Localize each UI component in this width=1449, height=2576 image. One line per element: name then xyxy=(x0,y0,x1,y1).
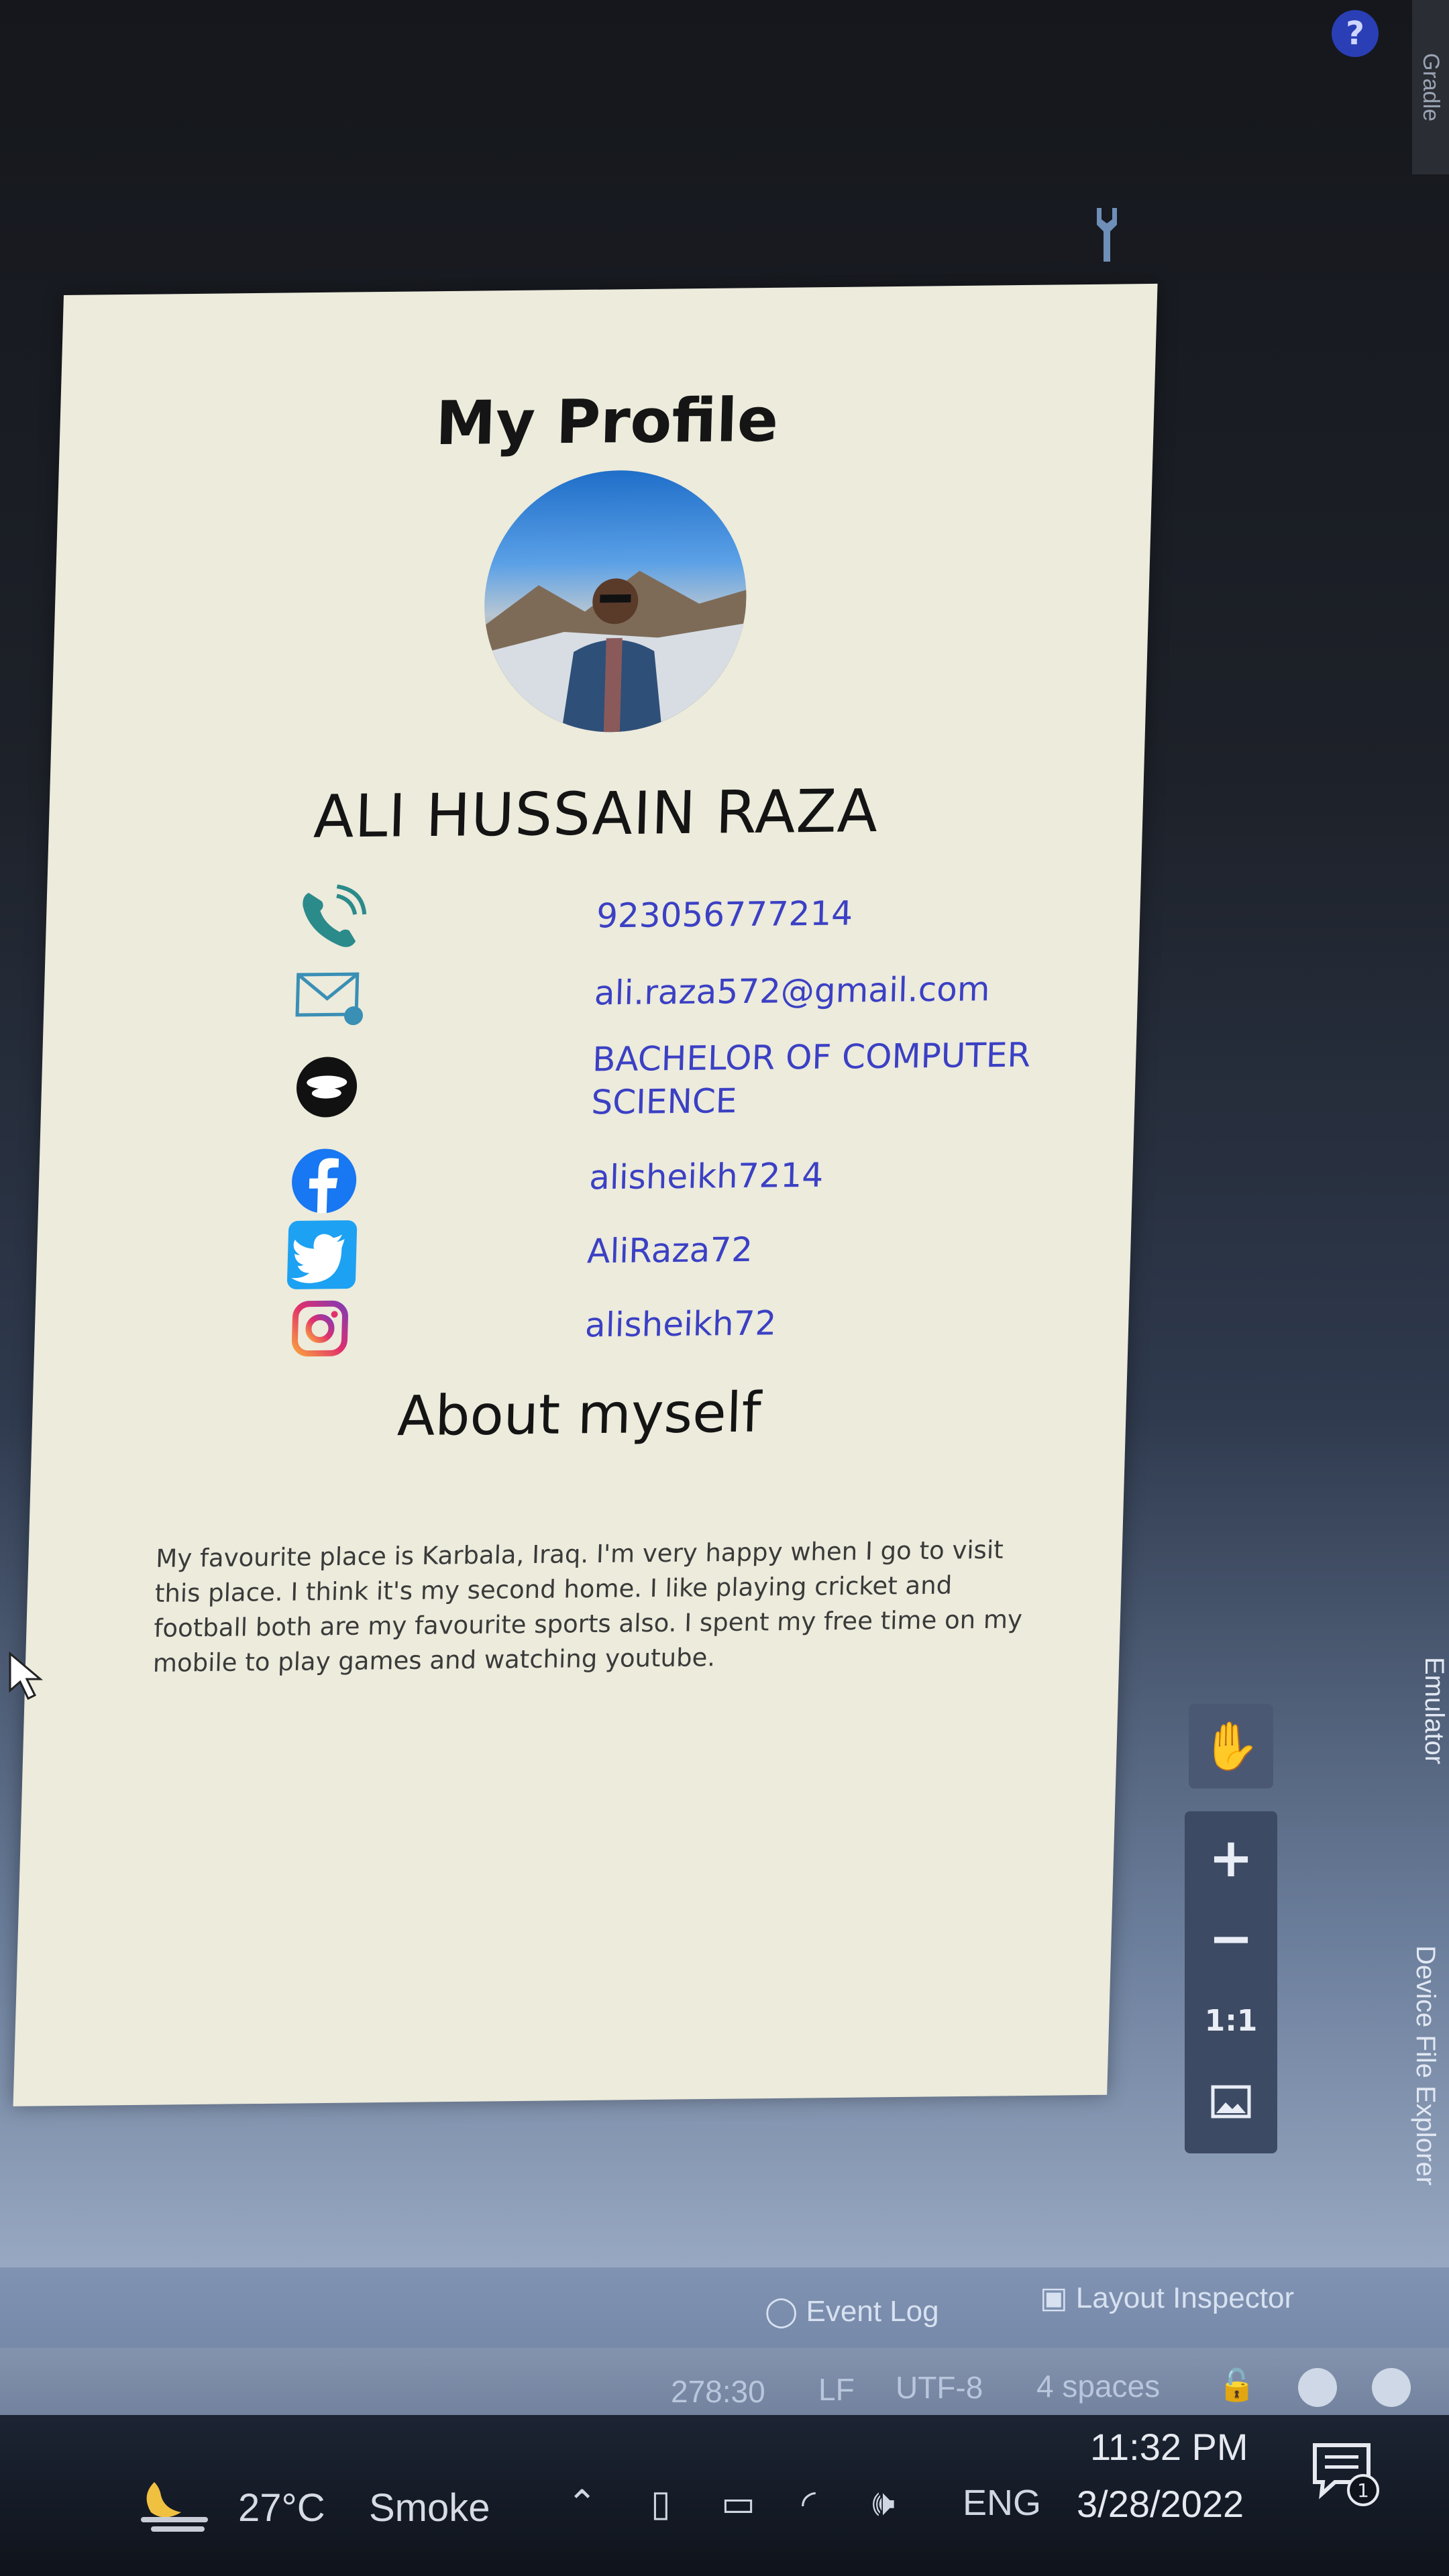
help-icon[interactable]: ? xyxy=(1332,10,1379,57)
frown-feedback-icon[interactable] xyxy=(1372,2368,1411,2407)
clock-time[interactable]: 11:32 PM xyxy=(1090,2425,1248,2469)
layout-inspector-label: Layout Inspector xyxy=(1075,2282,1295,2314)
emulator-controls: ✋ + − 1:1 xyxy=(1181,1704,1281,2153)
facebook-handle[interactable]: alisheikh7214 xyxy=(588,1154,824,1199)
phone-number[interactable]: 923056777214 xyxy=(596,892,853,937)
notification-count: 1 xyxy=(1357,2479,1369,2502)
line-separator[interactable]: LF xyxy=(818,2371,855,2408)
chevron-up-icon[interactable]: ⌃ xyxy=(567,2482,597,2524)
emulator-side-tab[interactable]: Emulator xyxy=(1409,1657,1449,1831)
about-heading: About myself xyxy=(396,1381,762,1449)
page-title: My Profile xyxy=(435,384,780,460)
zoom-out-button[interactable]: − xyxy=(1189,1898,1273,1983)
about-paragraph: My favourite place is Karbala, Iraq. I'm… xyxy=(152,1535,1023,1678)
lock-icon[interactable]: 🔓 xyxy=(1218,2367,1256,2404)
event-log-label: Event Log xyxy=(806,2295,939,2328)
notification-center-icon[interactable]: 1 xyxy=(1308,2435,1382,2509)
wrench-icon[interactable] xyxy=(1090,205,1124,265)
instagram-icon xyxy=(291,1300,348,1357)
weather-description[interactable]: Smoke xyxy=(369,2485,490,2530)
emulator-screen: My Profile ALI HUSSAIN RAZA 923056777214… xyxy=(13,283,1158,2106)
volume-icon[interactable]: 🕪 xyxy=(872,2482,895,2524)
tool-window-bar: ◯ Event Log ▣ Layout Inspector xyxy=(0,2267,1449,2348)
cursor-position[interactable]: 278:30 xyxy=(671,2373,765,2410)
indent-setting[interactable]: 4 spaces xyxy=(1036,2368,1160,2404)
email-icon xyxy=(295,972,364,1026)
facebook-icon xyxy=(292,1148,357,1214)
contact-row-phone: 923056777214 xyxy=(293,875,1100,957)
wifi-icon[interactable]: ◜ xyxy=(802,2482,816,2524)
hand-pan-icon[interactable]: ✋ xyxy=(1189,1704,1273,1788)
profile-avatar xyxy=(480,469,750,734)
contact-row-education: BACHELOR OF COMPUTER SCIENCE xyxy=(288,1028,1097,1138)
meet-now-icon[interactable]: ▯ xyxy=(651,2482,671,2524)
layout-inspector-tab[interactable]: ▣ Layout Inspector xyxy=(1040,2281,1294,2315)
zoom-actual-size-button[interactable]: 1:1 xyxy=(1189,1979,1273,2063)
profile-name: ALI HUSSAIN RAZA xyxy=(313,776,879,851)
education-degree: BACHELOR OF COMPUTER SCIENCE xyxy=(590,1035,1032,1122)
education-icon xyxy=(297,1057,358,1118)
smile-feedback-icon[interactable] xyxy=(1298,2368,1337,2407)
zoom-in-button[interactable]: + xyxy=(1189,1818,1273,1902)
phone-icon xyxy=(303,884,367,947)
profile-photo xyxy=(480,570,747,734)
zoom-fit-icon[interactable] xyxy=(1189,2059,1273,2144)
contact-row-twitter: AliRaza72 xyxy=(284,1210,1091,1292)
language-indicator[interactable]: ENG xyxy=(963,2482,1041,2524)
file-encoding[interactable]: UTF-8 xyxy=(896,2369,983,2406)
email-address[interactable]: ali.raza572@gmail.com xyxy=(594,967,990,1014)
twitter-icon xyxy=(286,1220,358,1289)
battery-icon[interactable]: ▭ xyxy=(721,2482,755,2524)
layout-inspector-icon: ▣ xyxy=(1040,2282,1076,2314)
ide-status-bar: 278:30 LF UTF-8 4 spaces 🔓 xyxy=(0,2355,1449,2415)
clock-date[interactable]: 3/28/2022 xyxy=(1077,2482,1244,2526)
weather-temperature[interactable]: 27°C xyxy=(238,2485,325,2530)
event-log-tab[interactable]: ◯ Event Log xyxy=(765,2294,939,2328)
contact-row-email: ali.raza572@gmail.com xyxy=(291,952,1098,1034)
contact-row-facebook: alisheikh7214 xyxy=(286,1136,1093,1218)
mouse-cursor-icon xyxy=(9,1651,44,1701)
contact-row-instagram: alisheikh72 xyxy=(282,1283,1089,1366)
event-log-icon: ◯ xyxy=(765,2295,806,2328)
twitter-handle[interactable]: AliRaza72 xyxy=(586,1228,753,1273)
gradle-side-tab[interactable]: Gradle xyxy=(1412,0,1449,174)
weather-haze-icon[interactable] xyxy=(134,2469,215,2536)
instagram-handle[interactable]: alisheikh72 xyxy=(584,1301,777,1346)
